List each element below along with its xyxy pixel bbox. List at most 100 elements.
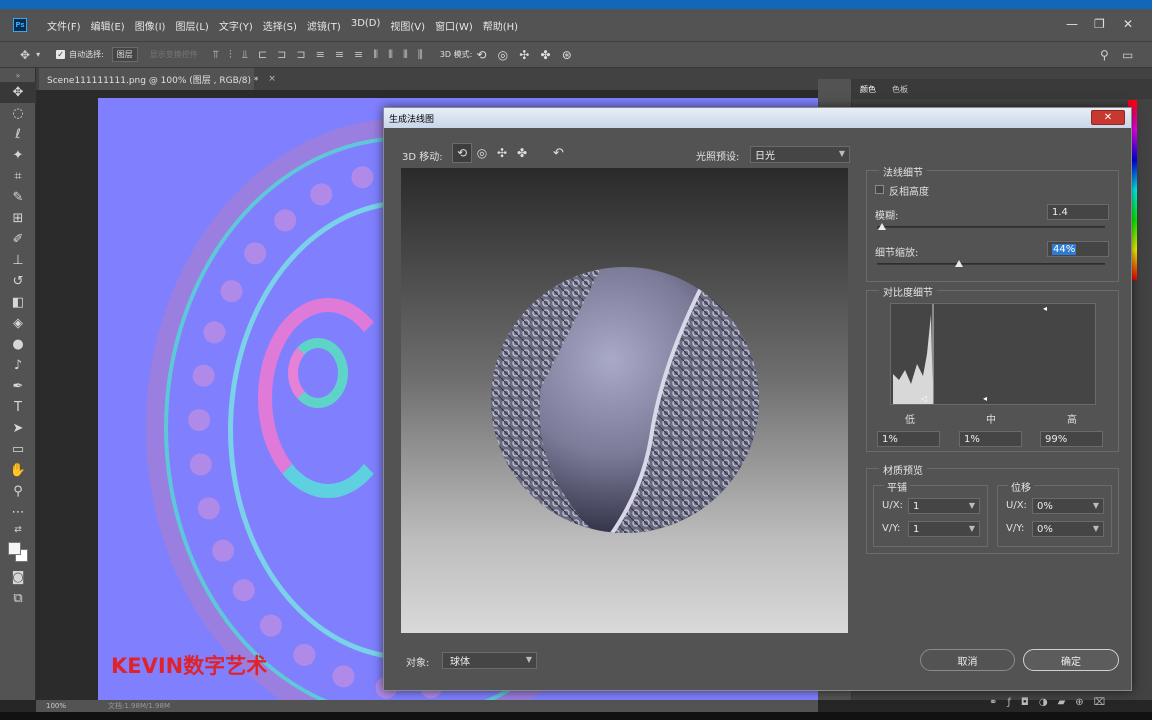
path-select-tool-icon[interactable]: ➤: [0, 418, 36, 439]
tab-swatches[interactable]: 色板: [884, 84, 916, 95]
minimize-button[interactable]: —: [1066, 17, 1078, 31]
menu-layer[interactable]: 图层(L): [170, 18, 213, 33]
crop-tool-icon[interactable]: ⌗: [0, 166, 36, 187]
pan-icon[interactable]: ✣: [492, 143, 512, 163]
more-tools-icon[interactable]: ⋯: [0, 502, 36, 523]
distribute-hcenter-icon[interactable]: ⦀: [388, 48, 393, 62]
tool-preset-arrow-icon[interactable]: ▾: [36, 50, 40, 59]
blur-input[interactable]: 1.4: [1047, 204, 1109, 220]
dodge-tool-icon[interactable]: ♪: [0, 355, 36, 376]
menu-filter[interactable]: 滤镜(T): [302, 18, 346, 33]
link-layers-icon[interactable]: ⚭: [989, 697, 997, 708]
low-marker-icon[interactable]: ◁: [921, 394, 927, 403]
move-tool-icon[interactable]: ✥: [20, 48, 30, 62]
eyedropper-tool-icon[interactable]: ✎: [0, 187, 36, 208]
detail-scale-slider-thumb[interactable]: [955, 260, 964, 267]
move-tool-icon[interactable]: ✥: [0, 82, 36, 103]
brush-tool-icon[interactable]: ✐: [0, 229, 36, 250]
distribute-bottom-icon[interactable]: ≡: [354, 48, 363, 62]
hand-tool-icon[interactable]: ✋: [0, 460, 36, 481]
add-mask-icon[interactable]: ◘: [1021, 697, 1029, 708]
adjustment-layer-icon[interactable]: ◑: [1039, 697, 1048, 708]
document-tab[interactable]: Scene111111111.png @ 100% (图层 , RGB/8) *…: [39, 68, 276, 90]
offset-vy-select[interactable]: 0% ▼: [1032, 521, 1104, 537]
low-input[interactable]: 1%: [877, 431, 940, 447]
distribute-right-icon[interactable]: ⦀: [403, 48, 408, 62]
menu-edit[interactable]: 编辑(E): [86, 18, 130, 33]
align-vcenter-icon[interactable]: ⫶: [229, 48, 232, 62]
light-preset-select[interactable]: 日光 ▼: [750, 146, 850, 163]
tab-color[interactable]: 颜色: [852, 84, 884, 95]
menu-type[interactable]: 文字(Y): [214, 18, 258, 33]
close-app-button[interactable]: ✕: [1123, 17, 1133, 31]
3d-preview[interactable]: [401, 168, 848, 633]
menu-select[interactable]: 选择(S): [258, 18, 302, 33]
rectangle-tool-icon[interactable]: ▭: [0, 439, 36, 460]
invert-height-checkbox[interactable]: [875, 185, 884, 194]
auto-select-checkbox[interactable]: ✓: [56, 50, 66, 59]
slide-icon[interactable]: ✤: [512, 143, 532, 163]
layer-fx-icon[interactable]: ƒ: [1007, 697, 1011, 708]
type-tool-icon[interactable]: T: [0, 397, 36, 418]
menu-window[interactable]: 窗口(W): [430, 18, 478, 33]
quick-mask-icon[interactable]: ◙: [0, 567, 36, 588]
orbit-icon[interactable]: ⟲: [452, 143, 472, 163]
contrast-histogram[interactable]: ◁ ◂ ◂: [890, 303, 1096, 405]
high-marker-icon[interactable]: ◂: [1043, 304, 1047, 313]
workspace-icon[interactable]: ▭: [1122, 48, 1133, 62]
cancel-button[interactable]: 取消: [920, 649, 1015, 671]
roll-3d-icon[interactable]: ◎: [498, 48, 508, 62]
magic-wand-tool-icon[interactable]: ✦: [0, 145, 36, 166]
tiling-ux-select[interactable]: 1 ▼: [908, 498, 980, 514]
dialog-title-bar[interactable]: 生成法线图 ✕: [384, 108, 1131, 128]
menu-image[interactable]: 图像(I): [130, 18, 171, 33]
delete-layer-icon[interactable]: ⌧: [1094, 697, 1106, 708]
blur-slider-thumb[interactable]: [877, 223, 886, 230]
menu-help[interactable]: 帮助(H): [478, 18, 523, 33]
paint-bucket-tool-icon[interactable]: ◈: [0, 313, 36, 334]
slide-3d-icon[interactable]: ✤: [541, 48, 551, 62]
align-hcenter-icon[interactable]: ⊐: [277, 48, 286, 62]
roll-icon[interactable]: ◎: [472, 143, 492, 163]
foreground-color-swatch[interactable]: [8, 542, 21, 555]
pan-3d-icon[interactable]: ✣: [519, 48, 529, 62]
orbit-3d-icon[interactable]: ⟲: [476, 48, 486, 62]
pen-tool-icon[interactable]: ✒: [0, 376, 36, 397]
fg-bg-colors[interactable]: [7, 541, 29, 563]
lasso-tool-icon[interactable]: ℓ: [0, 124, 36, 145]
new-group-icon[interactable]: ▰: [1058, 697, 1066, 708]
auto-select-dropdown[interactable]: 图层: [111, 47, 138, 62]
maximize-button[interactable]: ❐: [1094, 17, 1105, 31]
history-brush-tool-icon[interactable]: ↺: [0, 271, 36, 292]
align-bottom-icon[interactable]: ⫫: [242, 48, 248, 62]
toolbar-collapse-icon[interactable]: »: [0, 68, 36, 82]
zoom-level[interactable]: 100%: [46, 702, 66, 710]
distribute-vcenter-icon[interactable]: ≡: [335, 48, 344, 62]
mid-marker-icon[interactable]: ◂: [983, 394, 987, 403]
detail-scale-slider-track[interactable]: [877, 263, 1105, 265]
ok-button[interactable]: 确定: [1023, 649, 1119, 671]
screen-mode-icon[interactable]: ⧉: [0, 588, 36, 609]
distribute-top-icon[interactable]: ≡: [316, 48, 325, 62]
mid-input[interactable]: 1%: [959, 431, 1022, 447]
menu-file[interactable]: 文件(F): [42, 18, 86, 33]
search-icon[interactable]: ⚲: [1100, 48, 1109, 62]
scale-3d-icon[interactable]: ⊛: [562, 48, 572, 62]
dialog-close-button[interactable]: ✕: [1091, 110, 1125, 125]
align-right-icon[interactable]: ⊐: [296, 48, 305, 62]
close-tab-icon[interactable]: ×: [268, 74, 276, 84]
tiling-vy-select[interactable]: 1 ▼: [908, 521, 980, 537]
stamp-tool-icon[interactable]: ⊥: [0, 250, 36, 271]
eraser-tool-icon[interactable]: ◧: [0, 292, 36, 313]
zoom-tool-icon[interactable]: ⚲: [0, 481, 36, 502]
show-transform-controls[interactable]: 显示变换控件: [150, 49, 198, 60]
blur-tool-icon[interactable]: ●: [0, 334, 36, 355]
swap-colors-icon[interactable]: ⇄: [0, 523, 36, 537]
menu-view[interactable]: 视图(V): [385, 18, 430, 33]
blur-slider-track[interactable]: [877, 226, 1105, 228]
high-input[interactable]: 99%: [1040, 431, 1103, 447]
offset-ux-select[interactable]: 0% ▼: [1032, 498, 1104, 514]
align-left-icon[interactable]: ⊏: [258, 48, 267, 62]
marquee-tool-icon[interactable]: ◌: [0, 103, 36, 124]
object-select[interactable]: 球体 ▼: [442, 652, 537, 669]
